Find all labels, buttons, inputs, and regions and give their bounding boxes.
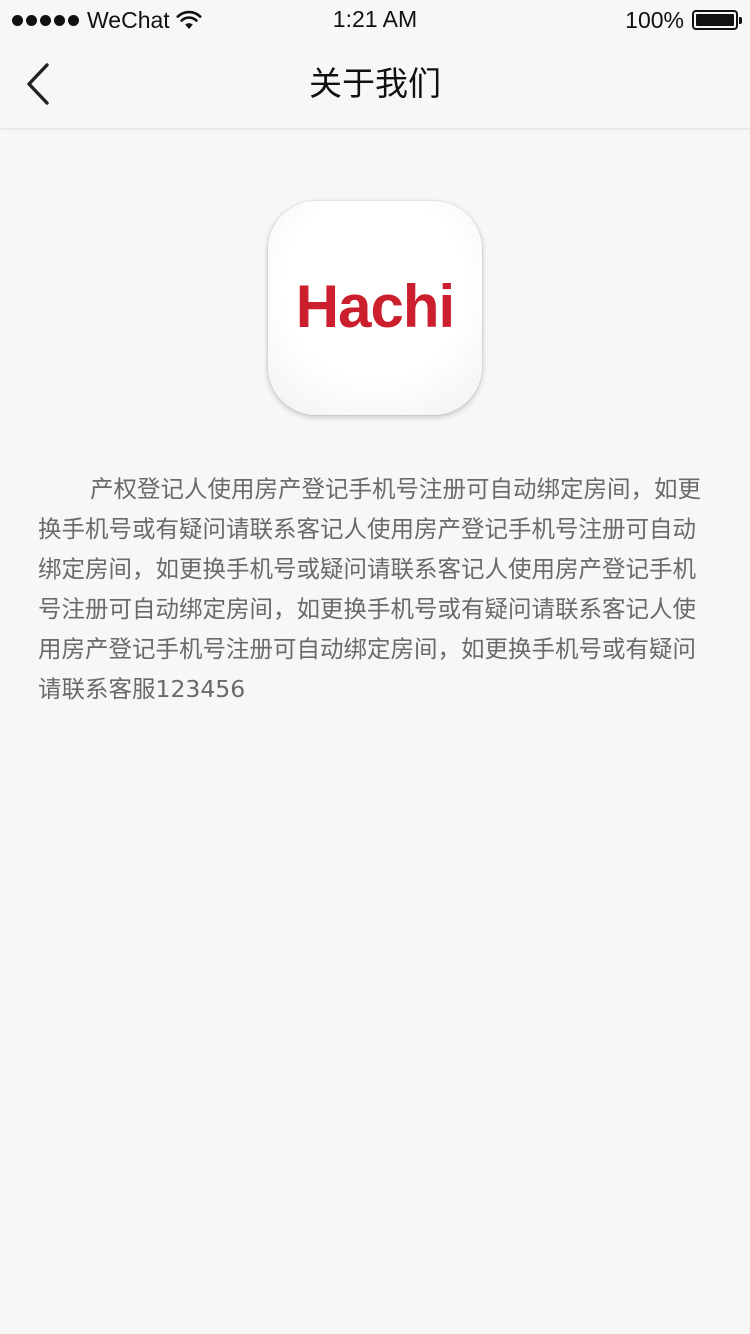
- battery-percent: 100%: [625, 6, 684, 33]
- status-right: 100%: [625, 6, 742, 33]
- nav-bar: 关于我们: [0, 40, 750, 129]
- app-logo: Hachi: [268, 201, 482, 415]
- chevron-left-icon: [27, 63, 49, 105]
- status-bar: WeChat 1:21 AM 100%: [0, 0, 750, 40]
- back-button[interactable]: [8, 54, 68, 114]
- battery-icon: [692, 10, 742, 30]
- about-description: 产权登记人使用房产登记手机号注册可自动绑定房间，如更换手机号或有疑问请联系客记人…: [38, 475, 701, 703]
- page-title: 关于我们: [309, 64, 441, 103]
- logo-text: Hachi: [295, 272, 455, 340]
